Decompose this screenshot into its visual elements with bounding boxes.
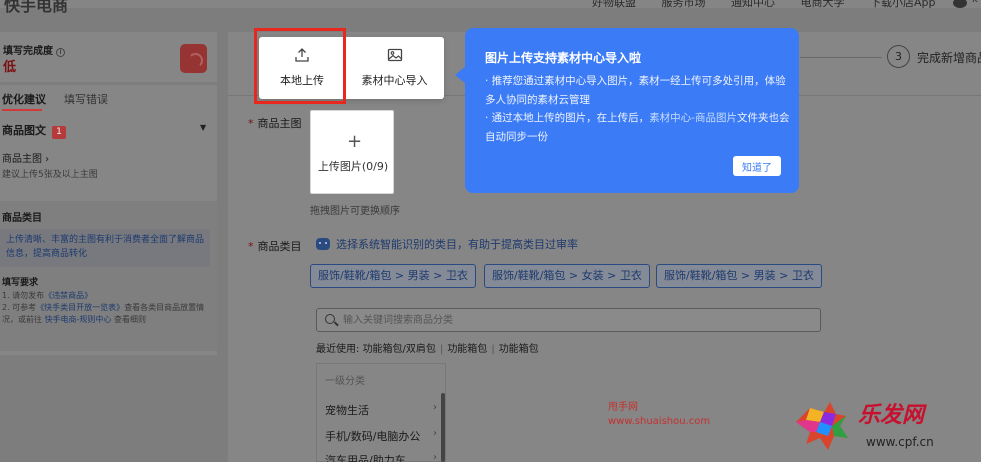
image-upload-box[interactable]: + 上传图片(0/9) [310, 110, 394, 194]
rule-center-link[interactable]: 快手电商-规则中心 [45, 315, 112, 324]
completion-title: 填写完成度 i [3, 42, 65, 57]
category-list-link[interactable]: 《快手类目开放一览表》 [36, 303, 124, 312]
category-search-input[interactable] [343, 312, 813, 328]
step-3-circle: 3 [887, 45, 910, 68]
watermark-logo: 乐发网 www.cpf.cn [796, 402, 934, 450]
brand-logo[interactable]: 快手电商 [4, 0, 68, 16]
category-search [316, 308, 821, 332]
completion-level: 低 [3, 60, 17, 75]
drag-hint: 拖拽图片可更换顺序 [310, 206, 400, 217]
suggestion-panel: 优化建议 填写错误 商品图文 1 ▼ 商品主图 › 建议上传5张及以上主图 商品类… [0, 85, 217, 355]
category-guide-title: 商品类目 [2, 213, 42, 224]
top-nav: 好物联盟 服务市场 通知中心 电商大学 下载小店App [592, 0, 958, 10]
local-upload-label: 本地上传 [280, 74, 324, 87]
count-badge: 1 [52, 126, 66, 139]
plus-icon: + [347, 131, 363, 152]
caret-down-icon[interactable]: ▼ [200, 123, 206, 132]
recent-item[interactable]: 功能箱包 [447, 344, 487, 355]
step-connector [800, 57, 882, 58]
level1-heading: 一级分类 [325, 376, 365, 387]
tab-errors[interactable]: 填写错误 [64, 91, 108, 107]
main-image-label: * 商品主图 [248, 117, 302, 130]
got-it-button[interactable]: 知道了 [733, 156, 781, 176]
recent-categories: 最近使用: 功能箱包/双肩包 | 功能箱包 | 功能箱包 [316, 344, 539, 355]
requirements-title: 填写要求 [2, 278, 39, 288]
category-suggestion[interactable]: 服饰/鞋靴/箱包 > 女装 > 卫衣 [484, 264, 650, 288]
upload-icon [295, 48, 309, 62]
material-import-label: 素材中心导入 [361, 74, 428, 87]
nav-item-university[interactable]: 电商大学 [801, 0, 845, 9]
list-item[interactable]: 手机/数码/电脑办公 › [325, 428, 443, 444]
list-item[interactable]: 汽车用品/助力车 › [325, 452, 443, 462]
chevron-right-icon: › [433, 428, 437, 439]
recent-item[interactable]: 功能箱包 [499, 344, 539, 355]
tooltip-paragraph-1: · 推荐您通过素材中心导入图片，素材一经上传可多处引用，体验多人协同的素材云管理 [485, 75, 786, 106]
level1-category-list: 一级分类 宠物生活 › 手机/数码/电脑办公 › 汽车用品/助力车 › [316, 363, 446, 462]
watermark-text: 甩手网 www.shuaishou.com [608, 402, 711, 427]
gauge-icon [180, 44, 207, 73]
chevron-right-icon: › [433, 452, 437, 462]
robot-icon [316, 238, 330, 250]
tooltip-title: 图片上传支持素材中心导入啦 [485, 51, 642, 65]
recent-item[interactable]: 功能箱包/双肩包 [363, 344, 436, 355]
local-upload-option[interactable]: 本地上传 [259, 37, 345, 99]
tab-optimization[interactable]: 优化建议 [2, 91, 46, 111]
category-suggestion[interactable]: 服饰/鞋靴/箱包 > 男装 > 卫衣 [656, 264, 822, 288]
nav-item-affiliate[interactable]: 好物联盟 [592, 0, 636, 9]
upload-count-text: 上传图片(0/9) [317, 160, 389, 173]
chevron-right-icon: › [433, 402, 437, 413]
search-icon [325, 314, 335, 324]
step-3-label: 完成新增商品 [917, 51, 981, 65]
section-title[interactable]: 商品图文 1 [2, 122, 66, 139]
nav-item-download-app[interactable]: 下载小店App [870, 0, 936, 9]
completion-card: 填写完成度 i 低 [0, 32, 217, 82]
list-scrollbar[interactable] [441, 393, 445, 462]
tooltip-paragraph-2: · 通过本地上传的图片，在上传后，素材中心-商品图片文件夹也会自动同步一份 [485, 112, 790, 143]
ai-hint: 选择系统智能识别的类目，有助于提高类目过审率 [316, 236, 578, 252]
list-item[interactable]: 宠物生活 › [325, 402, 443, 418]
requirements-text: 1. 请勿发布《违禁商品》 2. 可参考《快手类目开放一览表》查看各类目商品放置… [2, 291, 205, 324]
sub-desc: 建议上传5张及以上主图 [2, 170, 98, 180]
svg-text:乐发网: 乐发网 [858, 402, 927, 428]
category-label: * 商品类目 [248, 240, 302, 253]
nav-item-notifications[interactable]: 通知中心 [731, 0, 775, 9]
category-suggestion[interactable]: 服饰/鞋靴/箱包 > 男装 > 卫衣 [310, 264, 476, 288]
svg-text:www.cpf.cn: www.cpf.cn [866, 435, 934, 449]
image-icon [387, 48, 402, 62]
upload-popover: 本地上传 素材中心导入 [259, 37, 444, 99]
user-name[interactable]: k [972, 0, 978, 5]
sub-title-main-image[interactable]: 商品主图 › [2, 150, 49, 165]
material-folder-link[interactable]: 素材中心-商品图片 [649, 112, 737, 124]
material-import-option[interactable]: 素材中心导入 [345, 37, 444, 99]
prohibited-goods-link[interactable]: 《违禁商品》 [44, 291, 92, 300]
category-tip: 上传清晰、丰富的主图有利于消费者全面了解商品信息，提高商品转化 [0, 229, 210, 267]
info-icon[interactable]: i [56, 48, 65, 57]
nav-item-service-market[interactable]: 服务市场 [662, 0, 706, 9]
category-guide: 商品类目 上传清晰、丰富的主图有利于消费者全面了解商品信息，提高商品转化 填写要… [0, 201, 217, 351]
